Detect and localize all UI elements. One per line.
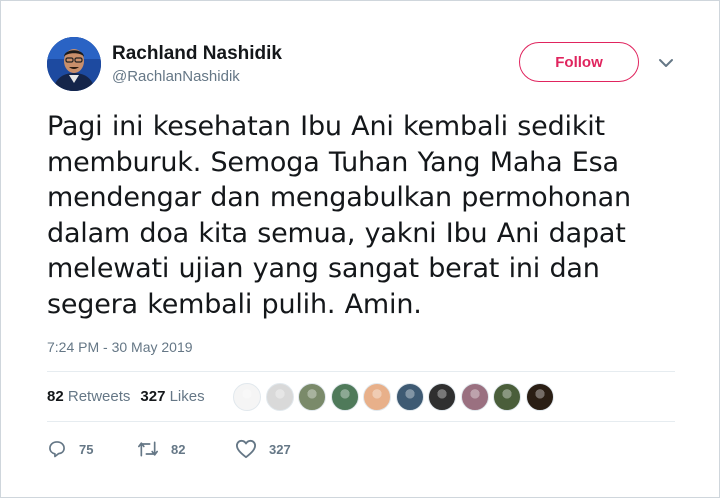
follow-button[interactable]: Follow: [519, 42, 639, 82]
chevron-down-icon[interactable]: [656, 56, 676, 70]
display-name[interactable]: Rachland Nashidik: [112, 43, 282, 65]
liker-avatar[interactable]: [395, 383, 424, 411]
tweet-card: Rachland Nashidik @RachlanNashidik Follo…: [0, 0, 720, 498]
liker-avatar[interactable]: [298, 383, 326, 411]
likes-stat[interactable]: 327 Likes: [140, 388, 204, 405]
retweet-icon: [137, 441, 158, 457]
divider: [47, 371, 675, 372]
user-handle[interactable]: @RachlanNashidik: [112, 68, 240, 85]
liker-avatar[interactable]: [493, 383, 521, 411]
reply-count: 75: [79, 441, 94, 457]
heart-icon: [236, 439, 256, 459]
engagement-stats: 82 Retweets 327 Likes: [47, 388, 215, 405]
liker-avatar[interactable]: [330, 383, 359, 411]
retweets-stat[interactable]: 82 Retweets: [47, 388, 130, 405]
liker-avatars: [233, 383, 558, 411]
reply-button[interactable]: 75: [47, 439, 137, 459]
tweet-line: dalam doa kita semua, yakni Ibu Ani dapa…: [47, 217, 626, 249]
liker-avatar[interactable]: [428, 383, 456, 411]
liker-avatar[interactable]: [363, 383, 391, 411]
likes-label: Likes: [169, 388, 205, 405]
retweet-count: 82: [171, 441, 186, 457]
liker-avatar[interactable]: [233, 383, 261, 411]
tweet-actions: 75 82 327: [47, 439, 291, 459]
retweet-button[interactable]: 82: [137, 439, 235, 459]
tweet-line: Pagi ini kesehatan Ibu Ani kembali sedik…: [47, 111, 605, 142]
avatar[interactable]: [47, 37, 101, 91]
liker-avatar[interactable]: [460, 383, 489, 411]
tweet-line: melewati ujian yang sangat berat ini dan: [47, 253, 600, 284]
retweets-label: Retweets: [67, 388, 131, 405]
tweet-text: Pagi ini kesehatan Ibu Ani kembali sedik…: [47, 109, 687, 322]
reply-icon: [49, 441, 65, 458]
tweet-line: mendengar dan mengabulkan permohonan: [47, 182, 631, 213]
avatar-image: [47, 37, 101, 91]
liker-avatar[interactable]: [265, 383, 294, 411]
like-count: 327: [269, 441, 291, 457]
liker-avatar[interactable]: [525, 383, 554, 411]
like-button[interactable]: 327: [235, 439, 291, 459]
divider: [47, 421, 675, 422]
tweet-line: segera kembali pulih. Amin.: [47, 288, 422, 320]
likes-count: 327: [140, 388, 166, 405]
tweet-line: memburuk. Semoga Tuhan Yang Maha Esa: [47, 146, 619, 178]
retweets-count: 82: [47, 388, 64, 405]
tweet-timestamp[interactable]: 7:24 PM - 30 May 2019: [47, 339, 193, 355]
